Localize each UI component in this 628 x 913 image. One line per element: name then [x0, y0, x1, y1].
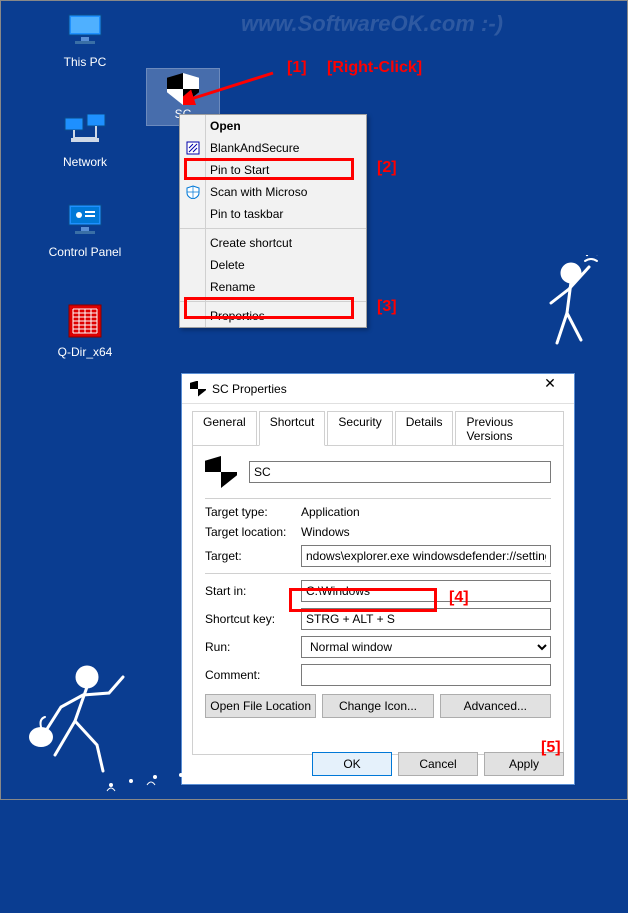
desktop-icon-label: Q-Dir_x64 — [47, 345, 123, 359]
tab-general[interactable]: General — [192, 411, 257, 446]
annotation-2: [2] — [377, 159, 397, 177]
target-location-value: Windows — [301, 525, 551, 539]
desktop-icon-label: Control Panel — [47, 245, 123, 259]
tab-shortcut[interactable]: Shortcut — [259, 411, 326, 446]
desktop-icon-label: Network — [47, 155, 123, 169]
qdir-icon — [61, 301, 109, 341]
desktop-icon-network[interactable]: Network — [47, 111, 123, 169]
start-in-input[interactable] — [301, 580, 551, 602]
comment-label: Comment: — [205, 668, 301, 682]
comment-input[interactable] — [301, 664, 551, 686]
target-label: Target: — [205, 549, 301, 563]
apply-button[interactable]: Apply — [484, 752, 564, 776]
annotation-3: [3] — [377, 298, 397, 316]
menu-item-delete[interactable]: Delete — [180, 254, 366, 276]
window-title: SC Properties — [212, 382, 287, 396]
monitor-icon — [61, 11, 109, 51]
shield-icon — [190, 381, 206, 397]
titlebar[interactable]: SC Properties ✕ — [182, 374, 574, 404]
close-button[interactable]: ✕ — [530, 375, 570, 403]
tab-body: Target type: Application Target location… — [192, 445, 564, 755]
desktop-icon-label: This PC — [47, 55, 123, 69]
change-icon-button[interactable]: Change Icon... — [322, 694, 433, 718]
menu-item-label: Scan with Microso — [210, 185, 307, 199]
shortcut-key-input[interactable] — [301, 608, 551, 630]
shortcut-key-label: Shortcut key: — [205, 612, 301, 626]
shortcut-name-input[interactable] — [249, 461, 551, 483]
target-type-value: Application — [301, 505, 551, 519]
menu-item-create-shortcut[interactable]: Create shortcut — [180, 232, 366, 254]
menu-item-pin-to-start[interactable]: Pin to Start — [180, 159, 366, 181]
desktop-icon-qdir[interactable]: Q-Dir_x64 — [47, 301, 123, 359]
menu-item-pin-to-taskbar[interactable]: Pin to taskbar — [180, 203, 366, 225]
menu-separator — [180, 228, 366, 229]
menu-item-properties[interactable]: Properties — [180, 305, 366, 327]
menu-item-open[interactable]: Open — [180, 115, 366, 137]
divider — [205, 498, 551, 499]
menu-item-rename[interactable]: Rename — [180, 276, 366, 298]
tab-security[interactable]: Security — [327, 411, 392, 446]
watermark: www.SoftwareOK.com :-) — [241, 11, 503, 37]
run-select[interactable]: Normal window — [301, 636, 551, 658]
stick-figure — [527, 255, 607, 355]
menu-item-label: BlankAndSecure — [210, 141, 299, 155]
context-menu: Open BlankAndSecure Pin to Start Scan wi… — [179, 114, 367, 328]
ok-button[interactable]: OK — [312, 752, 392, 776]
tab-strip: General Shortcut Security Details Previo… — [182, 404, 574, 445]
annotation-right-click: [Right-Click] — [327, 59, 422, 77]
network-icon — [61, 111, 109, 151]
open-file-location-button[interactable]: Open File Location — [205, 694, 316, 718]
defender-icon — [184, 183, 202, 201]
tab-previous-versions[interactable]: Previous Versions — [455, 411, 564, 446]
menu-item-blankandsecure[interactable]: BlankAndSecure — [180, 137, 366, 159]
advanced-button[interactable]: Advanced... — [440, 694, 551, 718]
menu-item-scan[interactable]: Scan with Microso — [180, 181, 366, 203]
stick-figure-running — [17, 659, 137, 789]
control-panel-icon — [61, 201, 109, 241]
tab-details[interactable]: Details — [395, 411, 454, 446]
run-label: Run: — [205, 640, 301, 654]
start-in-label: Start in: — [205, 584, 301, 598]
target-location-label: Target location: — [205, 525, 301, 539]
desktop-icon-control-panel[interactable]: Control Panel — [47, 201, 123, 259]
desktop-icon-this-pc[interactable]: This PC — [47, 11, 123, 69]
cancel-button[interactable]: Cancel — [398, 752, 478, 776]
target-input[interactable] — [301, 545, 551, 567]
shield-icon — [205, 456, 237, 488]
properties-window: SC Properties ✕ General Shortcut Securit… — [181, 373, 575, 785]
app-icon — [184, 139, 202, 157]
target-type-label: Target type: — [205, 505, 301, 519]
divider — [205, 573, 551, 574]
menu-separator — [180, 301, 366, 302]
annotation-1: [1] — [287, 59, 307, 77]
